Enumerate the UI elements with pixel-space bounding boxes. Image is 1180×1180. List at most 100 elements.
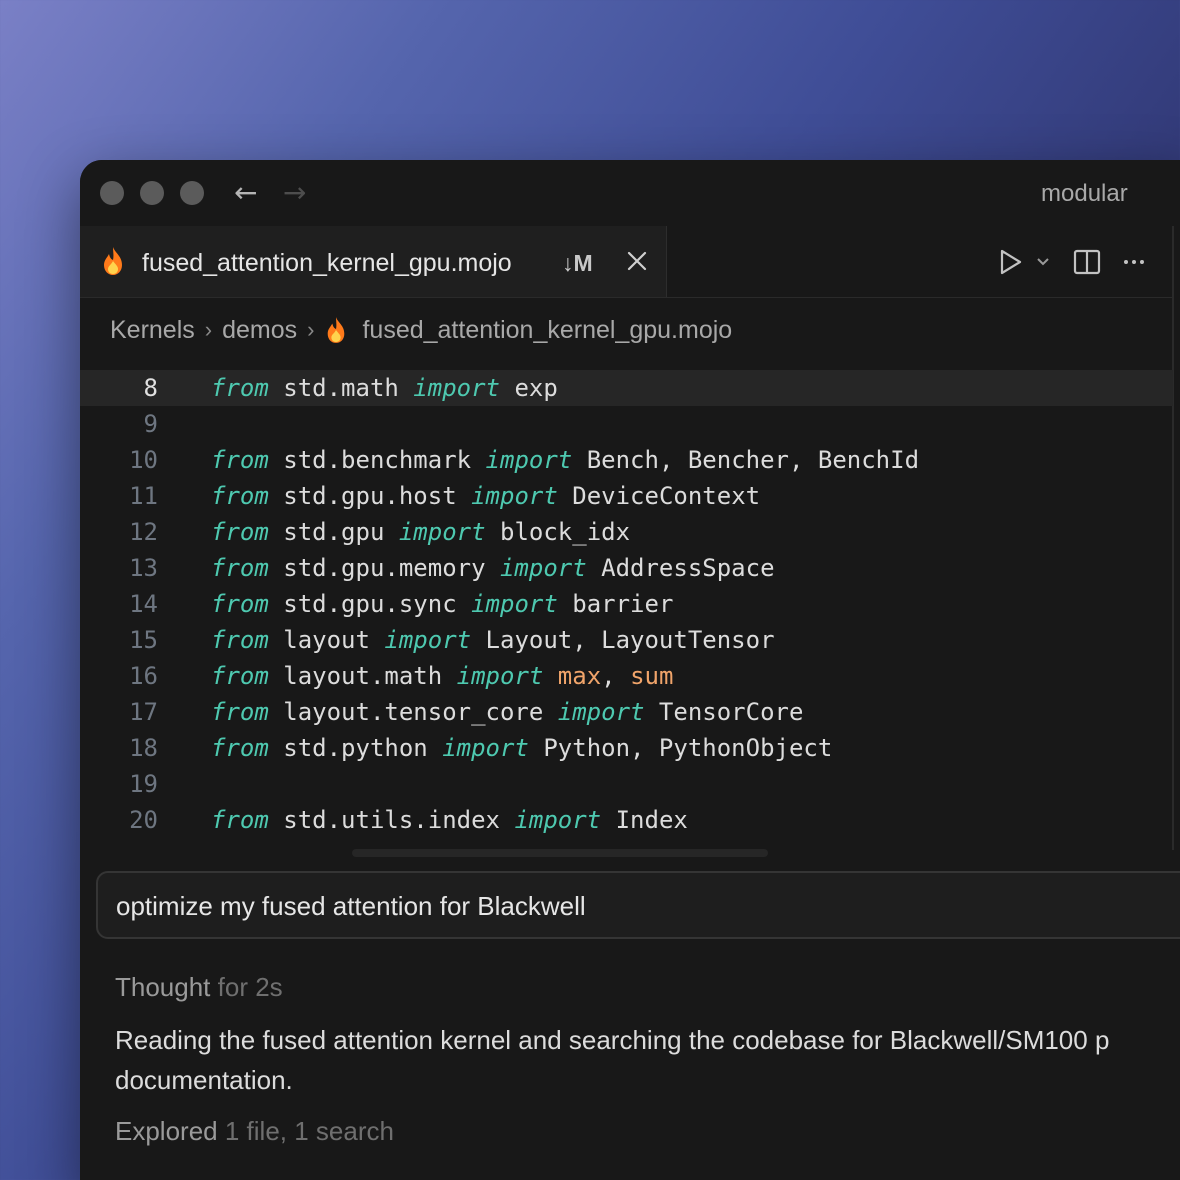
keyword-from: from	[211, 518, 269, 546]
breadcrumb: Kernels › demos › fused_attention_kernel_gp…	[110, 315, 732, 349]
code-editor[interactable]: 8 from std.math import exp 9 10 from std…	[80, 370, 1180, 848]
breadcrumb-item-demos[interactable]: demos	[222, 316, 297, 345]
keyword-from: from	[211, 374, 269, 402]
imported-names: barrier	[557, 590, 674, 618]
code-line[interactable]: 18 from std.python import Python, Python…	[80, 730, 1173, 766]
keyword-from: from	[211, 698, 269, 726]
forward-arrow-icon[interactable]: →	[283, 178, 306, 208]
chat-input-value: optimize my fused attention for Blackwel…	[116, 891, 586, 921]
imported-names: block_idx	[485, 518, 631, 546]
chat-input[interactable]: optimize my fused attention for Blackwel…	[96, 871, 1180, 939]
imported-names: Python, PythonObject	[528, 734, 833, 762]
keyword-from: from	[211, 662, 269, 690]
imported-names: AddressSpace	[586, 554, 775, 582]
keyword-import: import	[398, 518, 486, 546]
imported-names: Index	[601, 806, 688, 834]
breadcrumb-item-file[interactable]: fused_attention_kernel_gpu.mojo	[362, 316, 732, 345]
app-name: modular	[1041, 180, 1128, 207]
function-name: max	[557, 662, 602, 690]
line-number: 20	[129, 806, 158, 834]
code-line[interactable]: 17 from layout.tensor_core import Tensor…	[80, 694, 1173, 730]
code-text: from std.gpu.sync import barrier	[211, 590, 673, 618]
line-number: 13	[129, 554, 158, 582]
horizontal-scrollbar[interactable]	[352, 849, 768, 857]
keyword-import: import	[485, 446, 573, 474]
code-line[interactable]: 19	[80, 766, 1173, 802]
imported-names: Bench, Bencher, BenchId	[572, 446, 920, 474]
code-line[interactable]: 9	[80, 406, 1173, 442]
module-name: std.gpu.sync	[268, 590, 472, 618]
chevron-down-icon[interactable]	[1036, 256, 1050, 268]
code-text: from std.gpu.memory import AddressSpace	[211, 554, 775, 582]
code-line[interactable]: 11 from std.gpu.host import DeviceContex…	[80, 478, 1173, 514]
imported-names: TensorCore	[644, 698, 804, 726]
line-number: 18	[129, 734, 158, 762]
code-line[interactable]: 10 from std.benchmark import Bench, Benc…	[80, 442, 1173, 478]
assistant-reply: Reading the fused attention kernel and s…	[115, 1025, 1110, 1095]
code-text: from std.gpu import block_idx	[211, 518, 630, 546]
imported-names: Layout, LayoutTensor	[471, 626, 775, 654]
code-text: from layout.math import max, sum	[211, 662, 673, 690]
keyword-from: from	[211, 482, 269, 510]
run-icon[interactable]	[998, 248, 1024, 276]
title-bar: ← → modular	[80, 160, 1180, 226]
chevron-right-icon: ›	[307, 317, 315, 343]
keyword-from: from	[211, 554, 269, 582]
window-zoom-dot[interactable]	[180, 181, 204, 205]
code-line[interactable]: 12 from std.gpu import block_idx	[80, 514, 1173, 550]
line-number: 10	[129, 446, 158, 474]
keyword-from: from	[211, 590, 269, 618]
module-name: std.gpu.memory	[268, 554, 500, 582]
keyword-import: import	[557, 698, 645, 726]
module-name: std.gpu	[268, 518, 399, 546]
code-text: from std.utils.index import Index	[211, 806, 688, 834]
breadcrumb-item-kernels[interactable]: Kernels	[110, 316, 195, 345]
split-editor-icon[interactable]	[1073, 248, 1101, 276]
imported-names	[543, 662, 557, 690]
more-icon[interactable]	[1122, 250, 1146, 274]
line-number: 12	[129, 518, 158, 546]
keyword-import: import	[442, 734, 529, 762]
code-line[interactable]: 15 from layout import Layout, LayoutTens…	[80, 622, 1173, 658]
keyword-from: from	[211, 626, 269, 654]
thought-status[interactable]: Thought for 2s	[115, 972, 283, 1003]
back-arrow-icon[interactable]: ←	[234, 178, 257, 208]
function-name: sum	[630, 662, 674, 690]
code-text: from std.gpu.host import DeviceContext	[211, 482, 760, 510]
line-number: 15	[129, 626, 158, 654]
line-number: 19	[129, 770, 158, 798]
module-name: layout	[268, 626, 385, 654]
flame-icon	[104, 247, 122, 275]
module-name: std.utils.index	[268, 806, 515, 834]
explored-status[interactable]: Explored 1 file, 1 search	[115, 1116, 394, 1147]
imported-names: DeviceContext	[557, 482, 761, 510]
thought-label: Thought	[115, 972, 211, 1002]
code-line[interactable]: 8 from std.math import exp	[80, 370, 1173, 406]
code-text: from std.python import Python, PythonObj…	[211, 734, 832, 762]
code-line[interactable]: 14 from std.gpu.sync import barrier	[80, 586, 1173, 622]
keyword-import: import	[456, 662, 544, 690]
line-number: 17	[129, 698, 158, 726]
keyword-import: import	[499, 554, 587, 582]
window-close-dot[interactable]	[100, 181, 124, 205]
close-icon[interactable]	[624, 248, 650, 274]
code-line[interactable]: 16 from layout.math import max, sum	[80, 658, 1173, 694]
line-number: 16	[129, 662, 158, 690]
keyword-import: import	[384, 626, 472, 654]
tab-active-file[interactable]: fused_attention_kernel_gpu.mojo ↓M	[80, 226, 667, 298]
code-line[interactable]: 13 from std.gpu.memory import AddressSpa…	[80, 550, 1173, 586]
git-status-badge: ↓M	[562, 250, 593, 276]
module-name: layout.tensor_core	[268, 698, 558, 726]
module-name: std.math	[268, 374, 414, 402]
imported-names: exp	[500, 374, 558, 402]
thought-duration: for 2s	[217, 972, 283, 1002]
tab-divider	[80, 297, 1173, 298]
window-minimize-dot[interactable]	[140, 181, 164, 205]
code-line[interactable]: 20 from std.utils.index import Index	[80, 802, 1173, 838]
keyword-from: from	[211, 446, 269, 474]
code-text: from layout.tensor_core import TensorCor…	[211, 698, 803, 726]
explored-label: Explored	[115, 1116, 218, 1146]
editor-window: ← → modular fused_attention_kernel_gpu.m…	[80, 160, 1180, 1180]
code-text: from std.math import exp	[211, 374, 558, 402]
line-number: 11	[129, 482, 158, 510]
